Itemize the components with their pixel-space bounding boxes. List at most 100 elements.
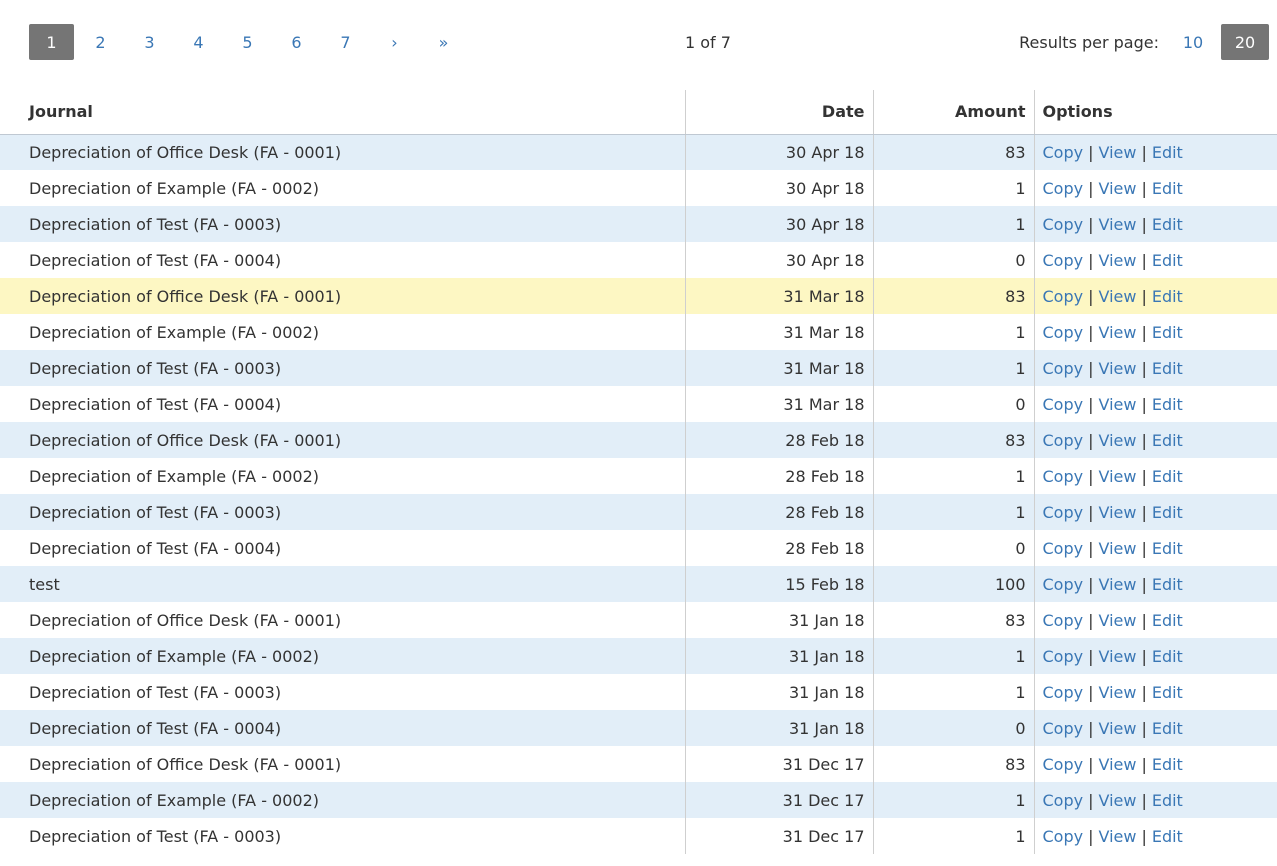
view-link[interactable]: View: [1098, 719, 1136, 738]
page-button-1[interactable]: 1: [29, 24, 74, 60]
view-link[interactable]: View: [1098, 323, 1136, 342]
next-page-button[interactable]: ›: [370, 24, 419, 60]
view-link[interactable]: View: [1098, 683, 1136, 702]
view-link[interactable]: View: [1098, 791, 1136, 810]
copy-link[interactable]: Copy: [1043, 251, 1084, 270]
option-separator: |: [1088, 322, 1094, 342]
edit-link[interactable]: Edit: [1152, 395, 1183, 414]
options-cell: Copy | View | Edit: [1033, 566, 1277, 602]
date-cell: 30 Apr 18: [684, 170, 873, 206]
option-separator: |: [1088, 286, 1094, 306]
edit-link[interactable]: Edit: [1152, 287, 1183, 306]
view-link[interactable]: View: [1098, 539, 1136, 558]
option-separator: |: [1088, 250, 1094, 270]
view-link[interactable]: View: [1098, 179, 1136, 198]
copy-link[interactable]: Copy: [1043, 503, 1084, 522]
copy-link[interactable]: Copy: [1043, 359, 1084, 378]
copy-link[interactable]: Copy: [1043, 467, 1084, 486]
journal-cell: Depreciation of Office Desk (FA - 0001): [0, 422, 685, 458]
table-row: Depreciation of Office Desk (FA - 0001) 2…: [0, 422, 1277, 458]
view-link[interactable]: View: [1098, 431, 1136, 450]
page-button-6[interactable]: 6: [272, 24, 321, 60]
results-per-page-label: Results per page:: [1019, 32, 1159, 52]
edit-link[interactable]: Edit: [1152, 611, 1183, 630]
amount-cell: 1: [872, 206, 1034, 242]
copy-link[interactable]: Copy: [1043, 611, 1084, 630]
view-link[interactable]: View: [1098, 611, 1136, 630]
view-link[interactable]: View: [1098, 359, 1136, 378]
edit-link[interactable]: Edit: [1152, 827, 1183, 846]
column-header-date[interactable]: Date: [684, 90, 873, 135]
edit-link[interactable]: Edit: [1152, 215, 1183, 234]
copy-link[interactable]: Copy: [1043, 143, 1084, 162]
edit-link[interactable]: Edit: [1152, 503, 1183, 522]
date-cell: 31 Dec 17: [684, 746, 873, 782]
copy-link[interactable]: Copy: [1043, 323, 1084, 342]
column-header-amount[interactable]: Amount: [872, 90, 1034, 135]
edit-link[interactable]: Edit: [1152, 539, 1183, 558]
edit-link[interactable]: Edit: [1152, 467, 1183, 486]
copy-link[interactable]: Copy: [1043, 287, 1084, 306]
page-button-5[interactable]: 5: [223, 24, 272, 60]
column-header-journal[interactable]: Journal: [0, 90, 685, 135]
edit-link[interactable]: Edit: [1152, 683, 1183, 702]
view-link[interactable]: View: [1098, 467, 1136, 486]
edit-link[interactable]: Edit: [1152, 647, 1183, 666]
view-link[interactable]: View: [1098, 143, 1136, 162]
page-button-3[interactable]: 3: [125, 24, 174, 60]
edit-link[interactable]: Edit: [1152, 791, 1183, 810]
page-button-7[interactable]: 7: [321, 24, 370, 60]
copy-link[interactable]: Copy: [1043, 755, 1084, 774]
view-link[interactable]: View: [1098, 755, 1136, 774]
options-cell: Copy | View | Edit: [1033, 422, 1277, 458]
edit-link[interactable]: Edit: [1152, 323, 1183, 342]
table-row: Depreciation of Test (FA - 0004) 31 Jan 1…: [0, 710, 1277, 746]
date-cell: 31 Jan 18: [684, 602, 873, 638]
copy-link[interactable]: Copy: [1043, 431, 1084, 450]
view-link[interactable]: View: [1098, 215, 1136, 234]
copy-link[interactable]: Copy: [1043, 179, 1084, 198]
view-link[interactable]: View: [1098, 503, 1136, 522]
copy-link[interactable]: Copy: [1043, 827, 1084, 846]
copy-link[interactable]: Copy: [1043, 539, 1084, 558]
edit-link[interactable]: Edit: [1152, 359, 1183, 378]
edit-link[interactable]: Edit: [1152, 719, 1183, 738]
results-per-page-20[interactable]: 20: [1221, 24, 1269, 60]
edit-link[interactable]: Edit: [1152, 179, 1183, 198]
last-page-button[interactable]: »: [419, 24, 468, 60]
view-link[interactable]: View: [1098, 575, 1136, 594]
view-link[interactable]: View: [1098, 647, 1136, 666]
view-link[interactable]: View: [1098, 287, 1136, 306]
copy-link[interactable]: Copy: [1043, 683, 1084, 702]
journal-cell: Depreciation of Test (FA - 0003): [0, 818, 685, 854]
amount-cell: 0: [872, 386, 1034, 422]
copy-link[interactable]: Copy: [1043, 791, 1084, 810]
view-link[interactable]: View: [1098, 251, 1136, 270]
copy-link[interactable]: Copy: [1043, 719, 1084, 738]
options-cell: Copy | View | Edit: [1033, 818, 1277, 854]
edit-link[interactable]: Edit: [1152, 575, 1183, 594]
edit-link[interactable]: Edit: [1152, 431, 1183, 450]
results-per-page-10[interactable]: 10: [1169, 24, 1217, 60]
copy-link[interactable]: Copy: [1043, 575, 1084, 594]
edit-link[interactable]: Edit: [1152, 755, 1183, 774]
page-status: 1 of 7: [685, 32, 731, 52]
copy-link[interactable]: Copy: [1043, 215, 1084, 234]
amount-cell: 1: [872, 494, 1034, 530]
edit-link[interactable]: Edit: [1152, 143, 1183, 162]
options-cell: Copy | View | Edit: [1033, 530, 1277, 566]
option-separator: |: [1141, 682, 1147, 702]
amount-cell: 100: [872, 566, 1034, 602]
view-link[interactable]: View: [1098, 827, 1136, 846]
view-link[interactable]: View: [1098, 395, 1136, 414]
copy-link[interactable]: Copy: [1043, 395, 1084, 414]
options-cell: Copy | View | Edit: [1033, 746, 1277, 782]
table-row: Depreciation of Test (FA - 0003) 31 Jan 1…: [0, 674, 1277, 710]
journal-cell: Depreciation of Example (FA - 0002): [0, 314, 685, 350]
page-button-2[interactable]: 2: [76, 24, 125, 60]
copy-link[interactable]: Copy: [1043, 647, 1084, 666]
amount-cell: 83: [872, 134, 1034, 170]
options-cell: Copy | View | Edit: [1033, 386, 1277, 422]
page-button-4[interactable]: 4: [174, 24, 223, 60]
edit-link[interactable]: Edit: [1152, 251, 1183, 270]
